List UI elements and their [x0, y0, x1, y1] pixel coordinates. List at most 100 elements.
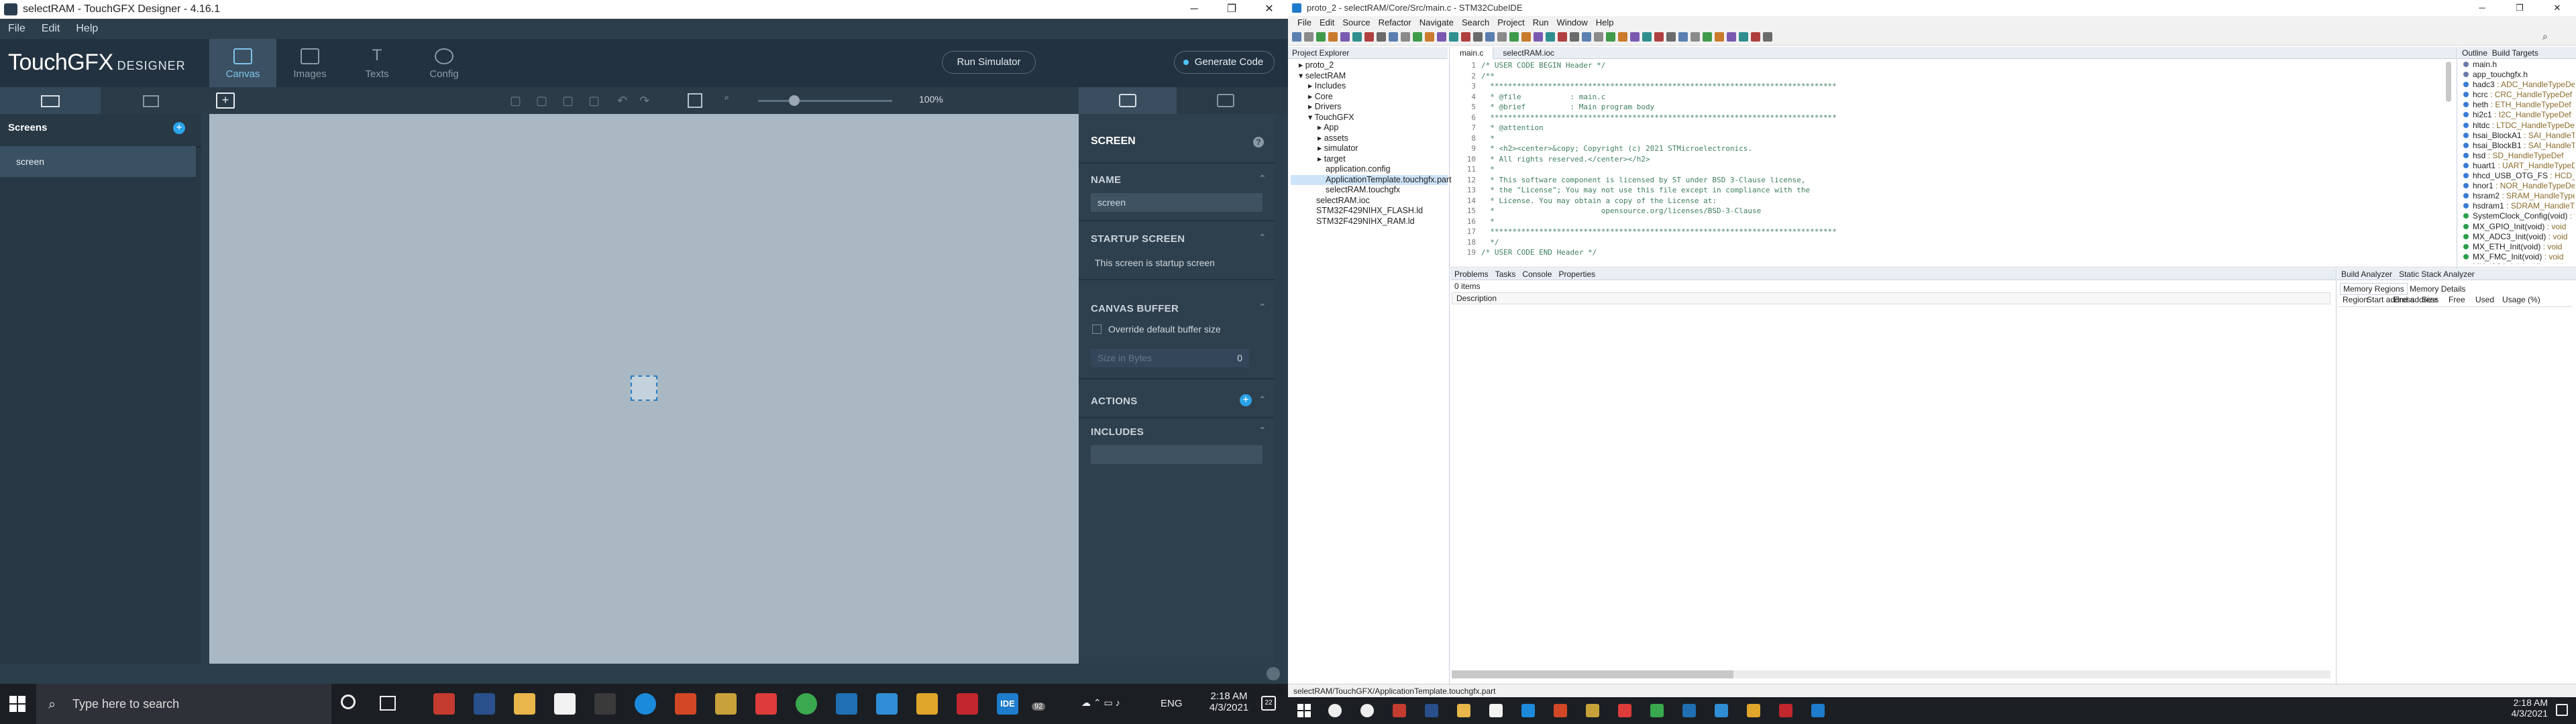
code-line[interactable]: * License. You may obtain a copy of the … [1481, 196, 2447, 206]
clock[interactable]: 2:18 AM 4/3/2021 [2508, 697, 2548, 719]
code-line[interactable]: * All rights reserved.</center></h2> [1481, 154, 2447, 165]
menu-file[interactable]: File [0, 23, 34, 34]
toolbar-icon[interactable] [1461, 32, 1470, 42]
taskbar-app-icon[interactable] [1425, 704, 1438, 717]
toolbar-icon[interactable] [1666, 32, 1676, 42]
menu-source[interactable]: Source [1342, 17, 1370, 27]
tree-item[interactable]: ▸ Drivers [1291, 102, 1448, 113]
taskbar-app-icon[interactable] [1586, 704, 1599, 717]
taskbar-app-icon[interactable] [1779, 704, 1792, 717]
help-icon[interactable]: ? [1253, 137, 1264, 147]
app-icon[interactable] [876, 693, 898, 715]
tab-properties[interactable]: Properties [1558, 269, 1595, 279]
taskbar-app-icon[interactable] [1554, 704, 1567, 717]
outline-item[interactable]: hadc3 : ADC_HandleTypeDef [2463, 80, 2575, 90]
menu-edit[interactable]: Edit [34, 23, 68, 34]
screen-thumbnail[interactable] [631, 375, 657, 401]
outline-item[interactable]: SystemClock_Config(void) : void [2463, 211, 2575, 221]
tab-config[interactable]: Config [411, 39, 478, 87]
menu-file[interactable]: File [1297, 17, 1311, 27]
outline-item[interactable]: hsram2 : SRAM_HandleTypeDef [2463, 191, 2575, 201]
toolbar-icon[interactable] [1534, 32, 1543, 42]
toolbar-icon[interactable] [1304, 32, 1313, 42]
taskbar-app-icon[interactable] [1521, 704, 1535, 717]
column-size[interactable]: Size [2422, 295, 2437, 304]
name-input[interactable]: screen [1091, 193, 1263, 212]
tree-item[interactable]: application.config [1291, 164, 1448, 175]
column-free[interactable]: Free [2449, 295, 2465, 304]
includes-input[interactable] [1091, 445, 1263, 464]
tab-canvas[interactable]: Canvas [209, 39, 276, 87]
outline-item[interactable]: MX_ADC3_Init(void) : void [2463, 232, 2575, 242]
properties-tab[interactable] [1079, 87, 1177, 114]
code-line[interactable]: * @brief : Main program body [1481, 102, 2447, 113]
code-line[interactable]: /* Includes ----------------------------… [1481, 258, 2447, 261]
toolbar-icon[interactable] [1558, 32, 1567, 42]
outline-item[interactable]: hltdc : LTDC_HandleTypeDef [2463, 121, 2575, 131]
toolbar-icon[interactable] [1594, 32, 1603, 42]
toolbar-icon[interactable] [1546, 32, 1555, 42]
toolbar-icon[interactable] [1690, 32, 1700, 42]
store-icon[interactable] [715, 693, 737, 715]
toolbar-icon[interactable] [1654, 32, 1664, 42]
minimize-icon[interactable]: ─ [2463, 0, 2501, 16]
code-line[interactable]: * @file : main.c [1481, 92, 2447, 103]
outline-item[interactable]: hsdram1 : SDRAM_HandleTypeDef [2463, 201, 2575, 211]
menu-run[interactable]: Run [1533, 17, 1549, 27]
app-icon[interactable] [433, 693, 455, 715]
menu-edit[interactable]: Edit [1320, 17, 1334, 27]
outline-item[interactable]: hsai_BlockA1 : SAI_HandleTypeDef [2463, 131, 2575, 141]
tree-item[interactable]: ▸ Includes [1291, 81, 1448, 92]
toolbar-icon[interactable] [1292, 32, 1301, 42]
clock[interactable]: 2:18 AM 4/3/2021 [1203, 690, 1254, 713]
fit-screen-icon[interactable] [688, 93, 702, 108]
taskbar-app-icon[interactable] [1618, 704, 1631, 717]
outline-item[interactable]: hsai_BlockB1 : SAI_HandleTypeDef [2463, 141, 2575, 151]
app-icon[interactable] [836, 693, 857, 715]
cortana-icon[interactable] [341, 695, 356, 709]
tree-item[interactable]: selectRAM.touchgfx [1291, 185, 1448, 196]
design-canvas[interactable] [209, 114, 1079, 664]
menu-search[interactable]: Search [1462, 17, 1489, 27]
notification-icon[interactable] [1267, 667, 1280, 680]
notification-center-icon[interactable] [2556, 704, 2568, 716]
tab-console[interactable]: Console [1522, 269, 1552, 279]
taskbar-search-input[interactable]: Type here to search [36, 684, 331, 724]
toolbar-icon[interactable] [1328, 32, 1338, 42]
taskbar-app-icon[interactable] [1457, 704, 1470, 717]
tree-item[interactable]: STM32F429NIHX_RAM.ld [1291, 217, 1448, 227]
undo-redo-icons[interactable]: ↶↷ [617, 94, 671, 107]
code-line[interactable]: * [1481, 217, 2447, 227]
chevron-up-icon[interactable]: ⌃ [1258, 302, 1267, 313]
tree-item[interactable]: ▾ selectRAM [1291, 71, 1448, 82]
toolbar-icon[interactable] [1437, 32, 1446, 42]
tree-item[interactable]: ▸ proto_2 [1291, 60, 1448, 71]
app-icon[interactable] [554, 693, 576, 715]
chrome-icon[interactable] [796, 693, 817, 715]
taskbar-app-icon[interactable] [1747, 704, 1760, 717]
chevron-up-icon[interactable]: ⌃ [1258, 232, 1267, 243]
zoom-slider-handle[interactable] [789, 95, 800, 106]
taskbar-app-icon[interactable] [1650, 704, 1664, 717]
outline-item[interactable]: app_touchgfx.h [2463, 70, 2575, 80]
toolbar-icon[interactable] [1763, 32, 1772, 42]
chevron-up-icon[interactable]: ⌃ [1258, 394, 1267, 406]
taskbar-app-icon[interactable] [1360, 704, 1374, 717]
toolbar-icon[interactable] [1509, 32, 1519, 42]
generate-code-button[interactable]: Generate Code [1174, 51, 1275, 74]
language-indicator[interactable]: ENG [1161, 698, 1183, 709]
tree-item[interactable]: ▸ target [1291, 154, 1448, 165]
editor-tab-main-c[interactable]: main.c [1450, 47, 1494, 59]
windows-start-icon[interactable] [1297, 704, 1311, 717]
outline-item[interactable]: heth : ETH_HandleTypeDef [2463, 100, 2575, 110]
code-editor[interactable]: /* USER CODE BEGIN Header *//** ********… [1481, 60, 2447, 260]
run-simulator-button[interactable]: Run Simulator [942, 51, 1036, 74]
tab-memory-details[interactable]: Memory Details [2410, 284, 2465, 294]
interactions-tab[interactable] [1177, 87, 1275, 114]
notification-center-icon[interactable]: 22 [1261, 696, 1276, 711]
tab-images[interactable]: Images [276, 39, 343, 87]
toolbar-icon[interactable] [1618, 32, 1627, 42]
outline-item[interactable]: MX_I2C1_Init(void) : void [2463, 262, 2575, 264]
outline-item[interactable]: hi2c1 : I2C_HandleTypeDef [2463, 110, 2575, 120]
tree-item[interactable]: STM32F429NIHX_FLASH.ld [1291, 206, 1448, 217]
